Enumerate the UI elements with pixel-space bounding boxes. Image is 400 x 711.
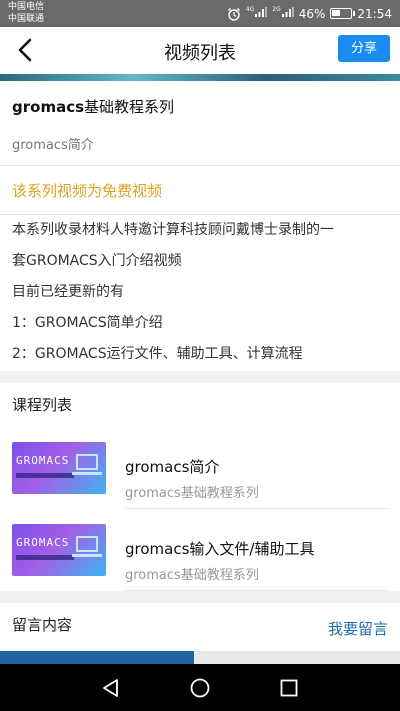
status-indicators: 4G 2G 46% 21:54 <box>227 0 392 27</box>
alarm-icon <box>227 7 240 21</box>
free-video-note: 该系列视频为免费视频 <box>12 182 163 200</box>
course-list-title: 课程列表 <box>12 396 73 414</box>
description-line: 1：GROMACS简单介绍 <box>12 315 163 331</box>
course-name: gromacs简介 <box>125 458 220 476</box>
series-description: 本系列收录材料人特邀计算科技顾问戴博士录制的一 套GROMACS入门介绍视频 目… <box>12 215 392 370</box>
carrier-2: 中国联通 <box>8 14 45 24</box>
laptop-icon <box>76 536 98 552</box>
course-item[interactable]: GROMACS gromacs简介 gromacs基础教程系列 <box>12 427 388 509</box>
series-title: gromacs基础教程系列 <box>12 96 174 117</box>
series-title-en: gromacs <box>12 98 85 116</box>
clock: 21:54 <box>357 6 392 21</box>
thumbnail-text: GROMACS <box>16 454 70 467</box>
description-line: 2：GROMACS运行文件、辅助工具、计算流程 <box>12 346 303 362</box>
signal-icon <box>255 7 267 17</box>
thumbnail-band <box>16 473 74 478</box>
network-type-2: 2G <box>272 6 294 21</box>
comments-title: 留言内容 <box>12 616 73 634</box>
battery-percent: 46% <box>298 6 326 21</box>
laptop-icon <box>76 454 98 470</box>
course-series: gromacs基础教程系列 <box>125 568 259 583</box>
divider <box>0 165 400 166</box>
description-line: 本系列收录材料人特邀计算科技顾问戴博士录制的一 <box>12 222 334 238</box>
status-bar: 中国电信 中国联通 4G 2G 46% 21:54 <box>0 0 400 27</box>
laptop-base <box>72 472 102 475</box>
share-button[interactable]: 分享 <box>338 35 390 62</box>
nav-recent-icon[interactable] <box>277 676 301 700</box>
signal-icon <box>281 7 294 17</box>
nav-back-icon[interactable] <box>99 676 123 700</box>
leave-comment-link[interactable]: 我要留言 <box>328 618 388 639</box>
section-gap <box>0 371 400 383</box>
title-bar: 视频列表 分享 <box>0 27 400 74</box>
carrier-labels: 中国电信 中国联通 <box>8 1 44 25</box>
progress-fill <box>0 651 194 664</box>
course-name: gromacs输入文件/辅助工具 <box>125 540 315 558</box>
course-item[interactable]: GROMACS gromacs输入文件/辅助工具 gromacs基础教程系列 <box>12 509 388 591</box>
series-title-cn: 基础教程系列 <box>84 98 175 116</box>
laptop-base <box>72 554 102 557</box>
thumbnail-band <box>16 555 74 560</box>
course-thumbnail: GROMACS <box>12 524 106 576</box>
description-line: 套GROMACS入门介绍视频 <box>12 253 182 269</box>
video-banner[interactable] <box>0 74 400 81</box>
nav-home-icon[interactable] <box>188 676 212 700</box>
thumbnail-text: GROMACS <box>16 536 70 549</box>
network-type-1: 4G <box>246 6 267 21</box>
carrier-1: 中国电信 <box>8 2 45 12</box>
course-series: gromacs基础教程系列 <box>125 486 259 501</box>
system-nav-bar <box>0 664 400 711</box>
playback-progress[interactable] <box>0 651 400 664</box>
battery-icon <box>330 8 356 19</box>
series-subtitle: gromacs简介 <box>12 138 94 153</box>
course-thumbnail: GROMACS <box>12 442 106 494</box>
battery-level <box>332 10 341 16</box>
description-line: 目前已经更新的有 <box>12 284 124 300</box>
section-gap <box>0 591 400 603</box>
